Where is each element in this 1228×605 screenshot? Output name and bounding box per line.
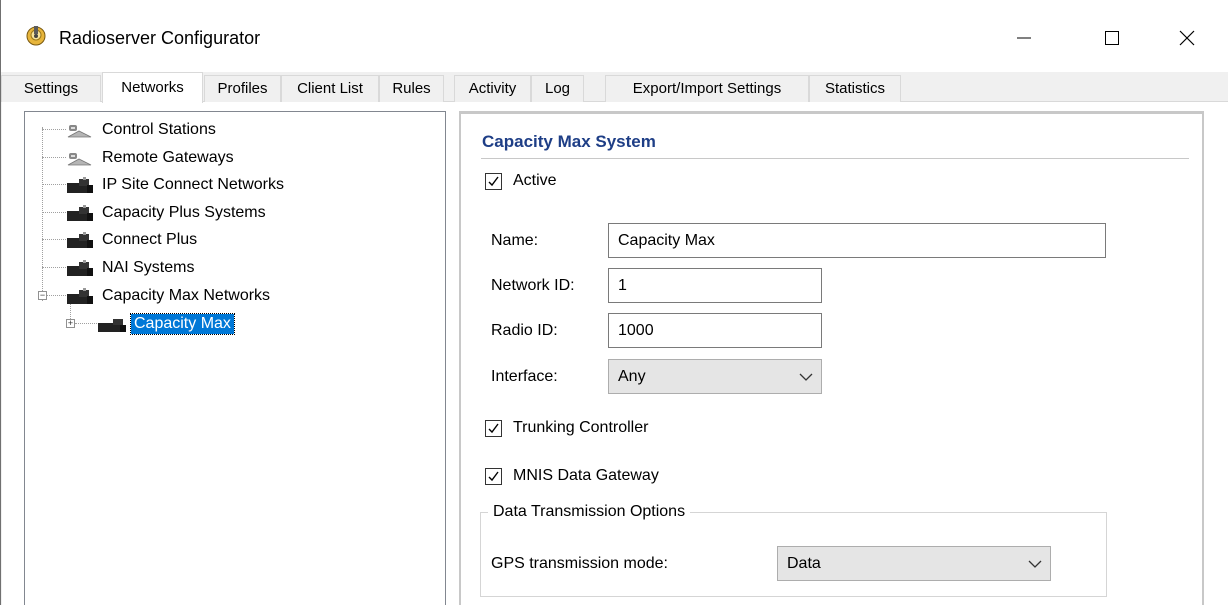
network-icon xyxy=(67,177,93,193)
checkbox-label: Trunking Controller xyxy=(513,419,649,436)
tree-connector xyxy=(42,129,66,130)
tree-item-label: Capacity Plus Systems xyxy=(102,204,266,221)
tree-item-remote-gateways[interactable]: Remote Gateways xyxy=(65,145,237,171)
network-icon xyxy=(67,205,93,221)
tab-content: − + Control Stations Remote Gateways IP … xyxy=(2,102,1228,605)
title-divider xyxy=(481,158,1189,159)
group-legend: Data Transmission Options xyxy=(488,503,691,521)
network-id-label: Network ID: xyxy=(491,277,575,294)
tab-activity[interactable]: Activity xyxy=(454,75,531,102)
chevron-down-icon xyxy=(1028,547,1042,580)
tree-connector xyxy=(42,212,66,213)
minimize-icon xyxy=(1017,37,1031,39)
tree-item-label: Control Stations xyxy=(102,121,216,138)
panel-title: Capacity Max System xyxy=(482,132,656,151)
properties-panel: Capacity Max System Active Name: Capacit… xyxy=(459,111,1204,605)
tree-connector xyxy=(42,184,66,185)
tree-connector xyxy=(42,157,66,158)
checkbox-label: Active xyxy=(513,172,557,189)
chevron-down-icon xyxy=(799,360,813,393)
title-bar: Radioserver Configurator xyxy=(1,0,1228,72)
tree-item-label: Connect Plus xyxy=(102,231,198,248)
interface-dropdown[interactable]: Any xyxy=(608,359,822,394)
mnis-data-gateway-checkbox[interactable]: MNIS Data Gateway xyxy=(485,467,659,485)
app-window: Radioserver Configurator Settings Networ… xyxy=(0,0,1228,605)
tree-item-capacity-plus-systems[interactable]: Capacity Plus Systems xyxy=(65,200,269,226)
radio-id-label: Radio ID: xyxy=(491,322,558,339)
name-label: Name: xyxy=(491,232,539,249)
checkmark-icon xyxy=(488,423,499,433)
system-icon xyxy=(98,319,126,332)
network-tree[interactable]: − + Control Stations Remote Gateways IP … xyxy=(24,111,446,605)
network-icon xyxy=(67,260,93,276)
checkbox-label: MNIS Data Gateway xyxy=(513,467,659,484)
tab-settings[interactable]: Settings xyxy=(1,75,101,102)
expand-toggle[interactable]: + xyxy=(66,319,75,328)
checkbox-box xyxy=(485,172,502,190)
tab-strip: Settings Networks Profiles Client List R… xyxy=(1,72,1228,103)
network-icon xyxy=(67,232,93,248)
window-title: Radioserver Configurator xyxy=(59,28,261,48)
tab-rules[interactable]: Rules xyxy=(379,75,444,102)
checkbox-box xyxy=(485,467,502,485)
name-field[interactable]: Capacity Max xyxy=(608,223,1106,258)
tree-connector xyxy=(42,127,43,301)
gps-mode-value: Data xyxy=(787,555,821,572)
checkbox-box xyxy=(485,419,502,437)
tab-networks[interactable]: Networks xyxy=(102,72,203,103)
tab-profiles[interactable]: Profiles xyxy=(204,75,281,102)
tree-connector xyxy=(47,295,66,296)
tree-item-nai-systems[interactable]: NAI Systems xyxy=(65,255,197,281)
tree-item-ip-site-connect-networks[interactable]: IP Site Connect Networks xyxy=(65,172,287,198)
tab-log[interactable]: Log xyxy=(531,75,584,102)
maximize-icon xyxy=(1105,31,1119,45)
trunking-controller-checkbox[interactable]: Trunking Controller xyxy=(485,419,648,437)
tree-item-label: Remote Gateways xyxy=(102,149,234,166)
tree-item-label: Capacity Max xyxy=(130,313,235,335)
tree-connector xyxy=(42,267,66,268)
close-button[interactable] xyxy=(1164,18,1210,58)
collapse-toggle[interactable]: − xyxy=(38,291,47,300)
tree-item-capacity-max-networks[interactable]: Capacity Max Networks xyxy=(65,283,273,309)
tab-export-import-settings[interactable]: Export/Import Settings xyxy=(605,75,809,102)
tree-item-connect-plus[interactable]: Connect Plus xyxy=(65,227,200,253)
minimize-button[interactable] xyxy=(1001,18,1047,58)
interface-label: Interface: xyxy=(491,368,558,385)
tree-connector xyxy=(42,239,66,240)
tab-statistics[interactable]: Statistics xyxy=(809,75,901,102)
interface-value: Any xyxy=(618,368,646,385)
checkmark-icon xyxy=(488,471,499,481)
tree-connector xyxy=(75,323,97,324)
tab-client-list[interactable]: Client List xyxy=(281,75,379,102)
radioserver-app-icon xyxy=(26,26,46,46)
gps-mode-label: GPS transmission mode: xyxy=(491,555,668,572)
active-checkbox[interactable]: Active xyxy=(485,172,557,190)
network-icon xyxy=(67,288,93,304)
tree-item-label: NAI Systems xyxy=(102,259,195,276)
remote-gateway-icon xyxy=(67,153,92,166)
gps-mode-dropdown[interactable]: Data xyxy=(777,546,1051,581)
tree-item-control-stations[interactable]: Control Stations xyxy=(65,117,219,143)
maximize-button[interactable] xyxy=(1089,18,1135,58)
tree-item-capacity-max[interactable]: Capacity Max xyxy=(97,311,235,337)
network-id-field[interactable]: 1 xyxy=(608,268,822,303)
tree-item-label: Capacity Max Networks xyxy=(102,287,271,304)
close-icon xyxy=(1179,30,1195,46)
checkmark-icon xyxy=(488,176,499,186)
radio-id-field[interactable]: 1000 xyxy=(608,313,822,348)
control-station-icon xyxy=(67,125,92,138)
tree-item-label: IP Site Connect Networks xyxy=(102,176,285,193)
